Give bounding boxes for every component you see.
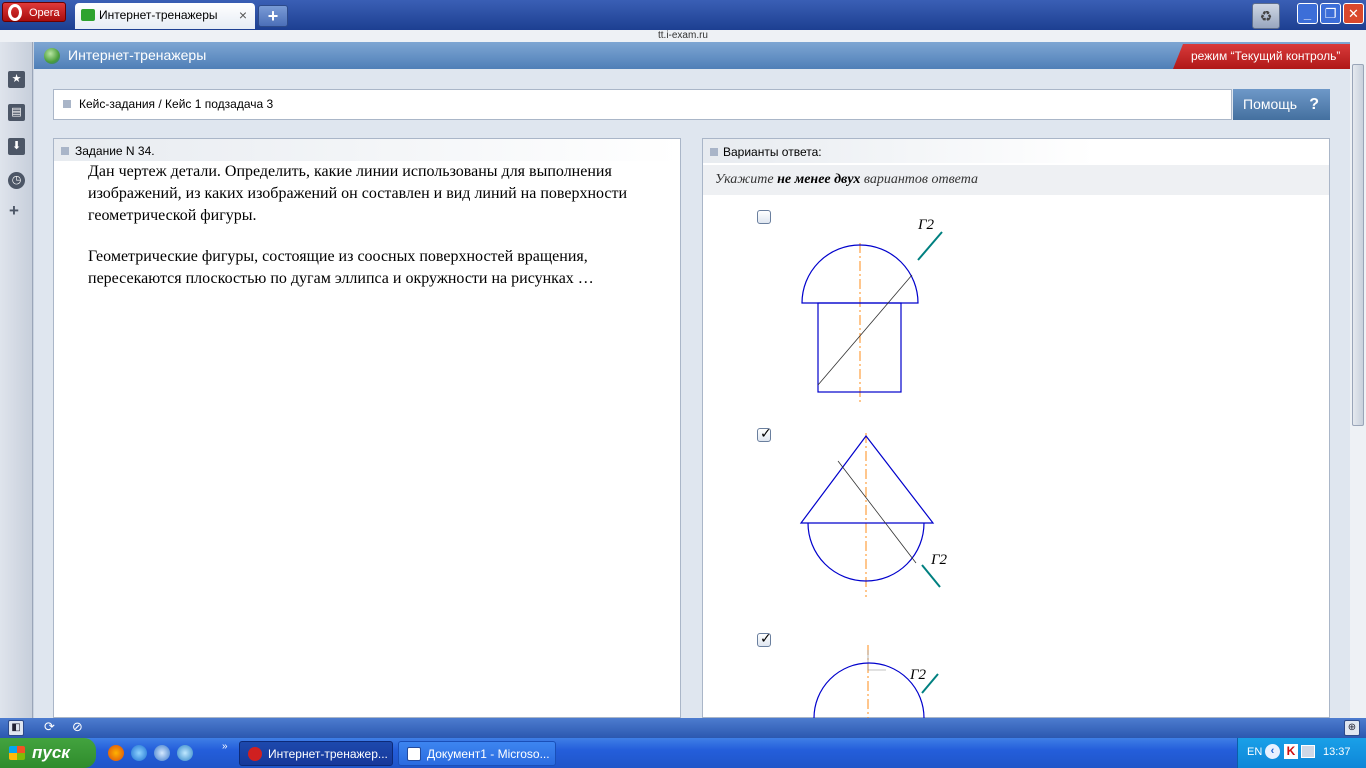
tab-title: Интернет-тренажеры (99, 8, 218, 22)
panel-toggle-icon[interactable]: ◧ (8, 720, 24, 736)
plane-label: Г2 (917, 217, 935, 233)
breadcrumb-text: Кейс-задания / Кейс 1 подзадача 3 (79, 97, 274, 111)
media-player-icon[interactable] (154, 745, 170, 761)
answer-instruction: Укажите не менее двух вариантов ответа (703, 165, 1329, 195)
taskbar-item-opera[interactable]: Интернет-тренажер... (239, 741, 393, 766)
firefox-icon[interactable] (108, 745, 124, 761)
minimize-button[interactable]: _ (1297, 3, 1318, 24)
option-3-drawing[interactable]: Г2 (780, 640, 960, 718)
app-header (34, 42, 1350, 69)
checkmark-icon: ✓ (760, 425, 772, 441)
task-paragraph-2: Геометрические фигуры, состоящие из соос… (88, 248, 594, 287)
start-button[interactable]: пуск (0, 738, 96, 768)
coordinate-marker (867, 650, 886, 671)
sphere-shape (813, 662, 925, 718)
word-document-icon (407, 747, 421, 761)
opera-menu-button[interactable]: Opera (2, 2, 66, 22)
trash-icon: ♻ (1259, 8, 1273, 24)
taskbar-item-word[interactable]: Документ1 - Microso... (398, 741, 556, 766)
windows-flag-icon (9, 746, 25, 760)
option-1-drawing[interactable]: Г2 (780, 205, 960, 410)
bullet-icon (61, 147, 69, 155)
cutting-plane-trace (837, 460, 917, 564)
reload-icon[interactable]: ⟳ (44, 719, 55, 735)
opera-icon (248, 747, 262, 761)
plane-trace-mark (921, 564, 941, 588)
maximize-button[interactable]: ❐ (1320, 3, 1341, 24)
notes-icon[interactable]: ▤ (8, 104, 25, 121)
bookmarks-icon[interactable]: ★ (8, 71, 25, 88)
app-title: Интернет-тренажеры (68, 47, 207, 63)
trash-can-button[interactable]: ♻ (1252, 3, 1280, 29)
breadcrumb: Кейс-задания / Кейс 1 подзадача 3 (53, 89, 1232, 120)
browser-tab[interactable]: Интернет-тренажеры × (75, 3, 255, 29)
bullet-icon (710, 148, 718, 156)
question-icon: ? (1309, 96, 1319, 113)
globe-icon (44, 48, 60, 64)
tab-close-icon[interactable]: × (239, 3, 247, 27)
site-favicon-icon (81, 9, 95, 21)
task-paragraph-1: Дан чертеж детали. Определить, какие лин… (88, 163, 628, 224)
checkmark-icon: ✓ (760, 630, 772, 646)
language-indicator[interactable]: EN (1247, 746, 1262, 758)
add-panel-icon[interactable]: + (9, 201, 19, 221)
history-icon[interactable]: ◷ (8, 172, 25, 189)
help-button[interactable]: Помощь ? (1233, 89, 1330, 120)
option-2-drawing[interactable]: Г2 (780, 425, 960, 600)
quicklaunch-expand-icon[interactable]: » (222, 741, 228, 752)
tray-collapse-icon[interactable]: ‹ (1265, 744, 1280, 759)
answers-header: Варианты ответа: (703, 139, 1095, 163)
option-1-checkbox[interactable] (757, 210, 771, 224)
bullet-icon (63, 100, 71, 108)
downloads-icon[interactable]: ⬇ (8, 138, 25, 155)
skype-icon[interactable] (177, 745, 193, 761)
answers-title: Варианты ответа: (723, 145, 822, 159)
kaspersky-icon[interactable]: K (1284, 744, 1298, 759)
plane-label: Г2 (930, 552, 948, 568)
opera-logo-icon (8, 4, 22, 21)
address-bar[interactable]: tt.i-exam.ru (0, 30, 1366, 42)
close-window-button[interactable]: ✕ (1343, 3, 1364, 24)
network-icon[interactable] (1301, 745, 1315, 758)
task-number: Задание N 34. (75, 144, 155, 158)
new-tab-button[interactable]: + (258, 5, 288, 27)
option-3-checkbox[interactable]: ✓ (757, 630, 772, 647)
clock[interactable]: 13:37 (1323, 746, 1351, 758)
browser-status-bar (0, 718, 1366, 738)
windows-taskbar (0, 738, 1366, 768)
cone-shape (799, 435, 935, 524)
plane-trace-mark (917, 231, 943, 261)
help-label: Помощь (1243, 96, 1298, 112)
plane-label: Г2 (909, 667, 927, 683)
scrollbar-thumb[interactable] (1352, 64, 1364, 426)
task-header: Задание N 34. (54, 139, 680, 161)
internet-explorer-icon[interactable] (131, 745, 147, 761)
stop-icon[interactable]: ⊘ (72, 719, 83, 735)
mode-badge: режим “Текущий контроль” (1173, 44, 1350, 69)
option-2-checkbox[interactable]: ✓ (757, 425, 772, 442)
zoom-icon[interactable]: ⊕ (1344, 720, 1360, 736)
cutting-plane-trace (817, 274, 913, 386)
